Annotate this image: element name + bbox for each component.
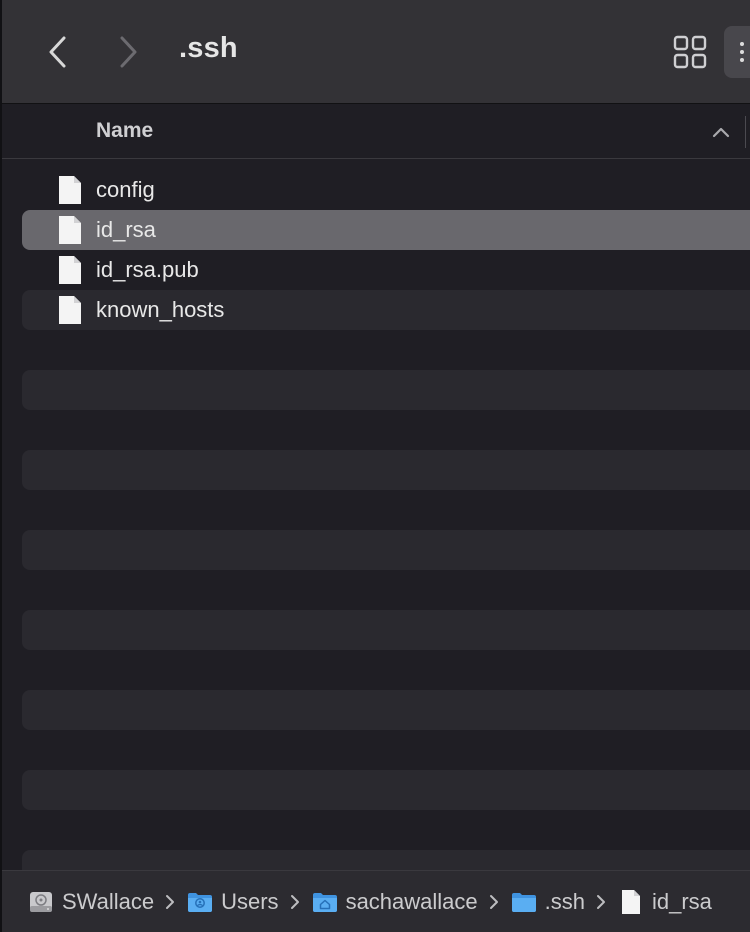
file-name: known_hosts [96,297,225,322]
chevron-right-icon [290,894,299,909]
finder-window: .ssh Name config id_rsa id_rsa.pub known… [0,0,750,932]
file-name: config [96,177,155,202]
crumb-label: SWallace [62,888,155,914]
chevron-left-icon [49,36,66,68]
chevron-right-icon [597,894,605,909]
file-icon [59,176,81,204]
empty-row [22,850,750,870]
crumb-label: id_rsa [652,888,712,914]
file-row-config[interactable]: config [22,170,750,210]
more-options-icon [740,42,744,62]
file-name: id_rsa [96,217,156,242]
users-folder-icon [188,892,213,912]
chevron-right-icon [489,894,498,909]
forward-button[interactable] [108,30,148,74]
crumb-label: Users [221,888,279,914]
back-button[interactable] [38,30,78,74]
empty-row [22,610,750,650]
file-icon [622,889,640,914]
path-crumb-users[interactable]: Users [187,882,279,922]
empty-row [22,530,750,570]
chevron-right-icon [166,894,175,909]
file-icon [59,216,81,244]
empty-row [22,450,750,490]
path-crumb-id-rsa[interactable]: id_rsa [618,882,712,922]
more-options-button[interactable] [724,26,750,78]
window-title: .ssh [179,32,238,64]
file-icon [59,296,81,324]
sort-ascending-icon[interactable] [710,124,732,140]
home-folder-icon [312,892,337,912]
file-row-id-rsa[interactable]: id_rsa [22,210,750,250]
grid-view-icon [673,35,707,69]
column-divider[interactable] [745,116,746,148]
empty-row [22,370,750,410]
folder-icon [511,892,536,912]
file-icon [59,256,81,284]
path-bar: SWallace Users sachawallace .ssh id_rsa [0,870,750,932]
file-list: config id_rsa id_rsa.pub known_hosts [0,170,750,870]
empty-row [22,690,750,730]
hard-drive-icon [30,891,52,912]
path-crumb-ssh[interactable]: .ssh [511,882,585,922]
chevron-right-icon [120,36,137,68]
file-name: id_rsa.pub [96,257,199,282]
empty-row [22,770,750,810]
path-crumb-sachawallace[interactable]: sachawallace [312,882,478,922]
path-crumb-swallace[interactable]: SWallace [28,882,154,922]
name-column-header[interactable]: Name [96,119,153,143]
column-header: Name [0,104,750,159]
crumb-label: sachawallace [345,888,478,914]
crumb-label: .ssh [544,888,585,914]
toolbar: .ssh [0,0,750,104]
view-mode-button[interactable] [672,34,708,70]
file-row-id-rsa-pub[interactable]: id_rsa.pub [22,250,750,290]
file-row-known-hosts[interactable]: known_hosts [22,290,750,330]
